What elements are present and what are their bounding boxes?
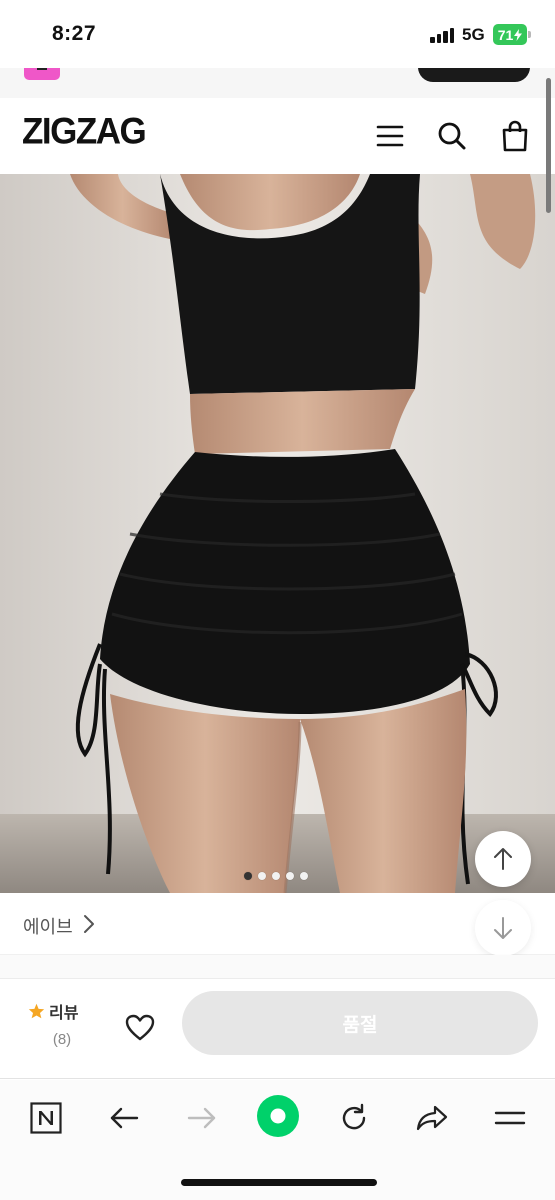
store-row[interactable]: 에이브 bbox=[0, 893, 555, 955]
store-name[interactable]: 에이브 bbox=[23, 913, 73, 939]
image-pagination[interactable] bbox=[244, 872, 308, 880]
arrow-up-icon bbox=[494, 848, 512, 870]
battery-level: 71 bbox=[497, 26, 514, 43]
pagination-dot-4[interactable] bbox=[286, 872, 294, 880]
review-count: (8) bbox=[52, 1031, 72, 1048]
wishlist-button[interactable] bbox=[119, 1006, 161, 1048]
zigzag-logo[interactable]: ZIGZAG bbox=[22, 111, 147, 153]
page: 8:27 5G 71 ZIGZAG 에이브 리뷰 (8) 품절 bbox=[0, 0, 555, 1200]
product-photo-illustration bbox=[0, 174, 555, 893]
back-arrow-icon[interactable] bbox=[102, 1096, 146, 1140]
promo-text-cropped bbox=[80, 68, 320, 79]
product-image[interactable] bbox=[0, 174, 555, 893]
status-bar: 8:27 5G 71 bbox=[0, 0, 555, 68]
signal-icon bbox=[430, 27, 456, 43]
forward-arrow-icon[interactable] bbox=[180, 1096, 224, 1140]
promo-banner[interactable] bbox=[0, 68, 555, 98]
green-dot-icon[interactable] bbox=[255, 1093, 301, 1139]
scrollbar[interactable] bbox=[546, 78, 551, 213]
pagination-dot-1[interactable] bbox=[244, 872, 252, 880]
scroll-to-bottom-button[interactable] bbox=[475, 900, 531, 956]
promo-app-icon bbox=[24, 68, 60, 80]
pagination-dot-5[interactable] bbox=[300, 872, 308, 880]
scroll-to-top-button[interactable] bbox=[475, 831, 531, 887]
search-icon[interactable] bbox=[432, 116, 472, 156]
more-menu-icon[interactable] bbox=[488, 1096, 532, 1140]
purchase-bar: 리뷰 (8) 품절 bbox=[0, 979, 555, 1079]
menu-icon[interactable] bbox=[370, 116, 410, 156]
arrow-down-icon bbox=[494, 917, 512, 939]
app-header: ZIGZAG bbox=[0, 98, 555, 174]
soldout-button[interactable]: 품절 bbox=[182, 991, 538, 1055]
home-indicator[interactable] bbox=[181, 1179, 377, 1186]
star-icon bbox=[28, 1003, 45, 1019]
promo-cta-button[interactable] bbox=[418, 68, 530, 82]
chevron-right-icon bbox=[84, 915, 94, 933]
pagination-dot-2[interactable] bbox=[258, 872, 266, 880]
share-icon[interactable] bbox=[410, 1096, 454, 1140]
refresh-icon[interactable] bbox=[332, 1096, 376, 1140]
charging-bolt-icon bbox=[514, 28, 523, 41]
shopping-bag-icon[interactable] bbox=[495, 116, 535, 156]
naver-icon[interactable] bbox=[24, 1096, 68, 1140]
heart-icon bbox=[125, 1014, 155, 1040]
pagination-dot-3[interactable] bbox=[272, 872, 280, 880]
battery-icon: 71 bbox=[493, 24, 527, 45]
review-label: 리뷰 bbox=[49, 1005, 79, 1022]
status-time: 8:27 bbox=[52, 22, 97, 45]
battery-tip bbox=[528, 31, 531, 38]
network-label: 5G bbox=[462, 25, 485, 44]
section-divider bbox=[0, 955, 555, 979]
review-summary[interactable]: 리뷰 (8) bbox=[28, 999, 88, 1048]
